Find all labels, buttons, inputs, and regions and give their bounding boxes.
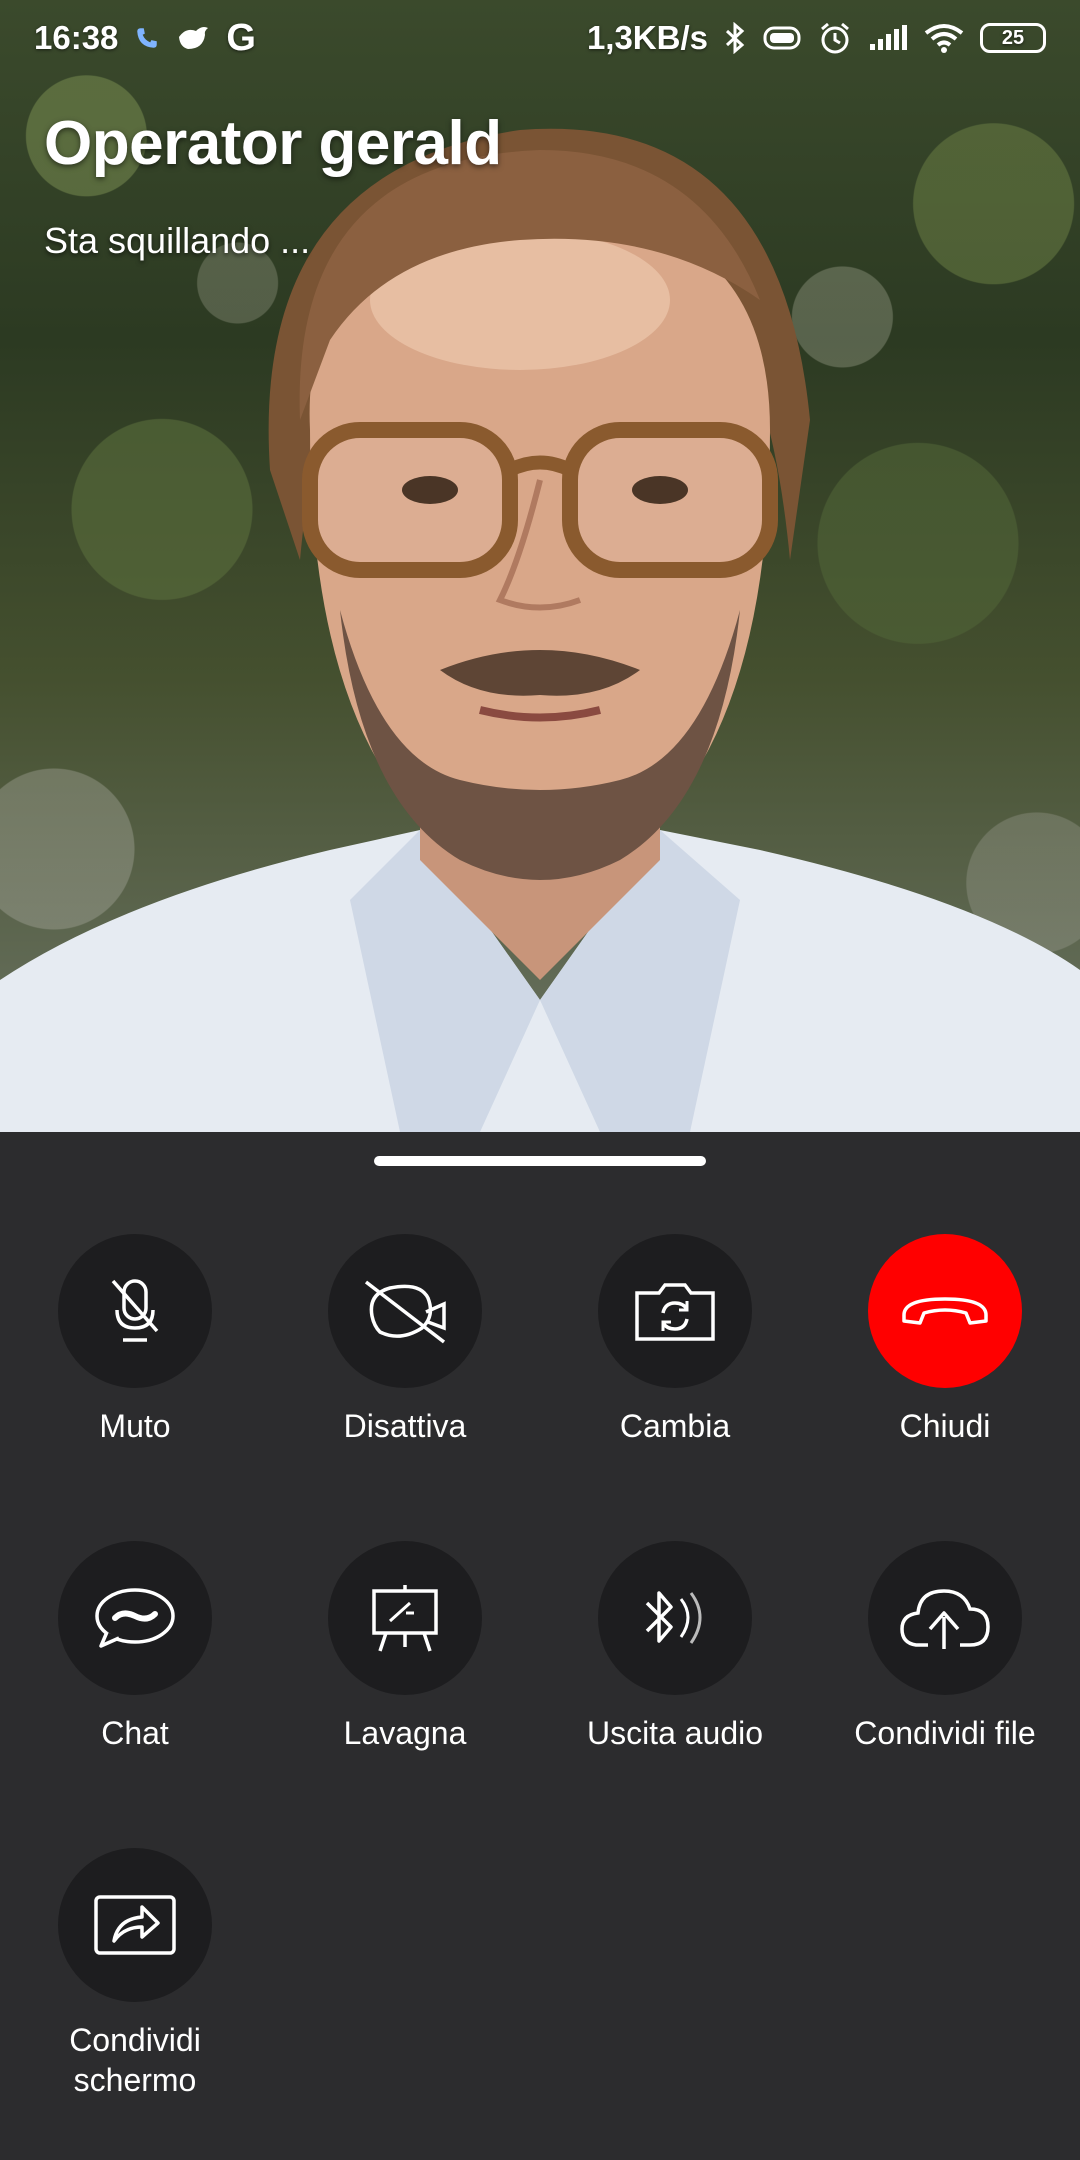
controls-row-1: Muto Disattiva Cambia Chiudi <box>0 1234 1080 1541</box>
hang-up-icon <box>902 1297 988 1325</box>
control-chat: Chat <box>0 1541 270 1848</box>
vibrate-icon <box>762 24 802 52</box>
share-screen-label: Condividi schermo <box>69 2022 201 2098</box>
sheet-drag-handle[interactable] <box>374 1156 706 1166</box>
battery-level: 25 <box>1001 26 1025 49</box>
mute-label: Muto <box>99 1408 171 1444</box>
cloud-upload-icon <box>900 1589 990 1649</box>
controls-row-2: Chat Lavagna Uscita audio Condividi file <box>0 1541 1080 1848</box>
video-off-icon <box>364 1280 446 1344</box>
control-audio-output: Uscita audio <box>540 1541 810 1848</box>
hang-up-button[interactable] <box>868 1234 1022 1388</box>
whiteboard-label: Lavagna <box>343 1715 467 1751</box>
status-bar: 16:38 G 1,3KB/s 25 <box>0 0 1080 76</box>
clock: 16:38 <box>34 19 119 56</box>
share-screen-icon <box>94 1895 176 1955</box>
bluetooth-audio-icon <box>645 1591 702 1644</box>
share-file-label: Condividi file <box>854 1715 1036 1751</box>
disable-video-label: Disattiva <box>343 1408 467 1444</box>
control-share-screen: Condividi schermo <box>0 1848 270 2155</box>
audio-output-label: Uscita audio <box>586 1715 764 1751</box>
call-controls-sheet: Muto Disattiva Cambia Chiudi Chat Lavagn… <box>0 1132 1080 2160</box>
phone-icon <box>134 25 160 51</box>
share-screen-button[interactable] <box>58 1848 212 2002</box>
disable-video-button[interactable] <box>328 1234 482 1388</box>
hang-up-label: Chiudi <box>899 1408 991 1444</box>
control-hang-up: Chiudi <box>810 1234 1080 1541</box>
controls-row-3: Condividi schermo <box>0 1848 1080 2155</box>
chat-icon <box>95 1588 175 1648</box>
whiteboard-button[interactable] <box>328 1541 482 1695</box>
control-whiteboard: Lavagna <box>270 1541 540 1848</box>
bluetooth-icon <box>724 22 746 54</box>
alarm-icon <box>818 21 852 55</box>
battery-icon: 25 <box>980 23 1046 53</box>
network-speed: 1,3KB/s <box>586 19 708 56</box>
switch-camera-button[interactable] <box>598 1234 752 1388</box>
chat-label: Chat <box>101 1715 169 1751</box>
mic-off-icon <box>111 1279 159 1342</box>
bird-icon <box>176 23 210 53</box>
share-file-button[interactable] <box>868 1541 1022 1695</box>
call-status: Sta squillando ... <box>44 220 311 261</box>
wifi-icon <box>924 23 964 53</box>
google-icon: G <box>226 16 256 59</box>
control-switch-camera: Cambia <box>540 1234 810 1541</box>
controls-grid: Muto Disattiva Cambia Chiudi Chat Lavagn… <box>0 1234 1080 2155</box>
audio-output-button[interactable] <box>598 1541 752 1695</box>
control-mute: Muto <box>0 1234 270 1541</box>
control-disable-video: Disattiva <box>270 1234 540 1541</box>
mute-button[interactable] <box>58 1234 212 1388</box>
signal-icon <box>868 24 908 52</box>
whiteboard-icon <box>372 1585 438 1652</box>
camera-switch-icon <box>635 1283 715 1341</box>
switch-camera-label: Cambia <box>619 1408 731 1444</box>
control-share-file: Condividi file <box>810 1541 1080 1848</box>
caller-name: Operator gerald <box>44 109 502 178</box>
chat-button[interactable] <box>58 1541 212 1695</box>
